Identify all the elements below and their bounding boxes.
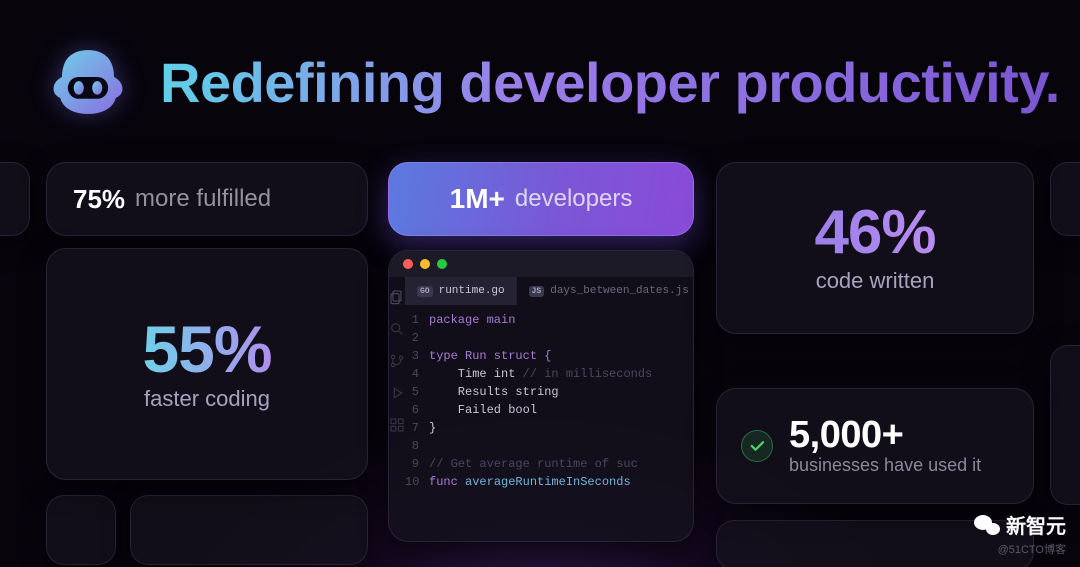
code-line: } [429,419,436,437]
editor-activity-bar [389,277,405,541]
stat-card-businesses: 5,000+ businesses have used it [716,388,1034,504]
stat-card-code-written: 46% code written [716,162,1034,334]
stat-card-fulfilled: 75% more fulfilled [46,162,368,236]
lang-badge: GO [417,286,433,297]
stat-label: more fulfilled [135,185,271,213]
deco-card [46,495,116,565]
code-editor-card: GO runtime.go JS days_between_dates.js 1… [388,250,694,542]
copilot-logo-icon [46,40,130,124]
editor-tab-inactive: JS days_between_dates.js [517,277,694,305]
code-line: Failed bool [429,401,537,419]
stat-label: developers [515,185,632,213]
deco-card [1050,345,1080,505]
code-comment: // Get average runtime of suc [429,455,638,473]
stat-label: faster coding [144,386,270,412]
lang-badge: JS [529,286,545,297]
traffic-light-minimize-icon [420,259,430,269]
deco-card [0,162,30,236]
code-line: Time int [429,365,515,383]
tab-label: days_between_dates.js [550,285,689,297]
files-icon [389,289,405,305]
code-keyword: func [429,473,465,491]
page-headline: Redefining developer productivity. [160,50,1060,115]
stat-value: 75% [73,184,125,215]
code-line: Results string [429,383,559,401]
code-line: type Run struct { [429,347,551,365]
deco-card [1050,162,1080,236]
code-line: package main [429,311,515,329]
watermark-sub: @51CTO博客 [998,541,1066,557]
git-branch-icon [389,353,405,369]
stat-value: 46% [814,202,935,264]
editor-tab-active: GO runtime.go [405,277,517,305]
search-icon [389,321,405,337]
stat-value: 5,000+ [789,416,981,456]
stat-value: 55% [142,316,271,382]
stat-label: code written [816,268,935,294]
stat-card-developers: 1M+ developers [388,162,694,236]
wechat-icon [974,512,1000,538]
code-func: averageRuntimeInSeconds [465,473,631,491]
stat-value: 1M+ [450,183,505,215]
tab-label: runtime.go [439,285,505,297]
deco-card [130,495,368,565]
stat-card-faster: 55% faster coding [46,248,368,480]
code-block: 1package main 2 3type Run struct { 4 Tim… [405,305,694,491]
extensions-icon [389,417,405,433]
editor-titlebar [389,251,693,277]
stat-label: businesses have used it [789,455,981,476]
code-comment: // in milliseconds [515,365,652,383]
debug-icon [389,385,405,401]
traffic-light-zoom-icon [437,259,447,269]
check-circle-icon [741,430,773,462]
watermark-name: 新智元 [1006,510,1066,539]
watermark: 新智元 @51CTO博客 [974,510,1066,557]
traffic-light-close-icon [403,259,413,269]
